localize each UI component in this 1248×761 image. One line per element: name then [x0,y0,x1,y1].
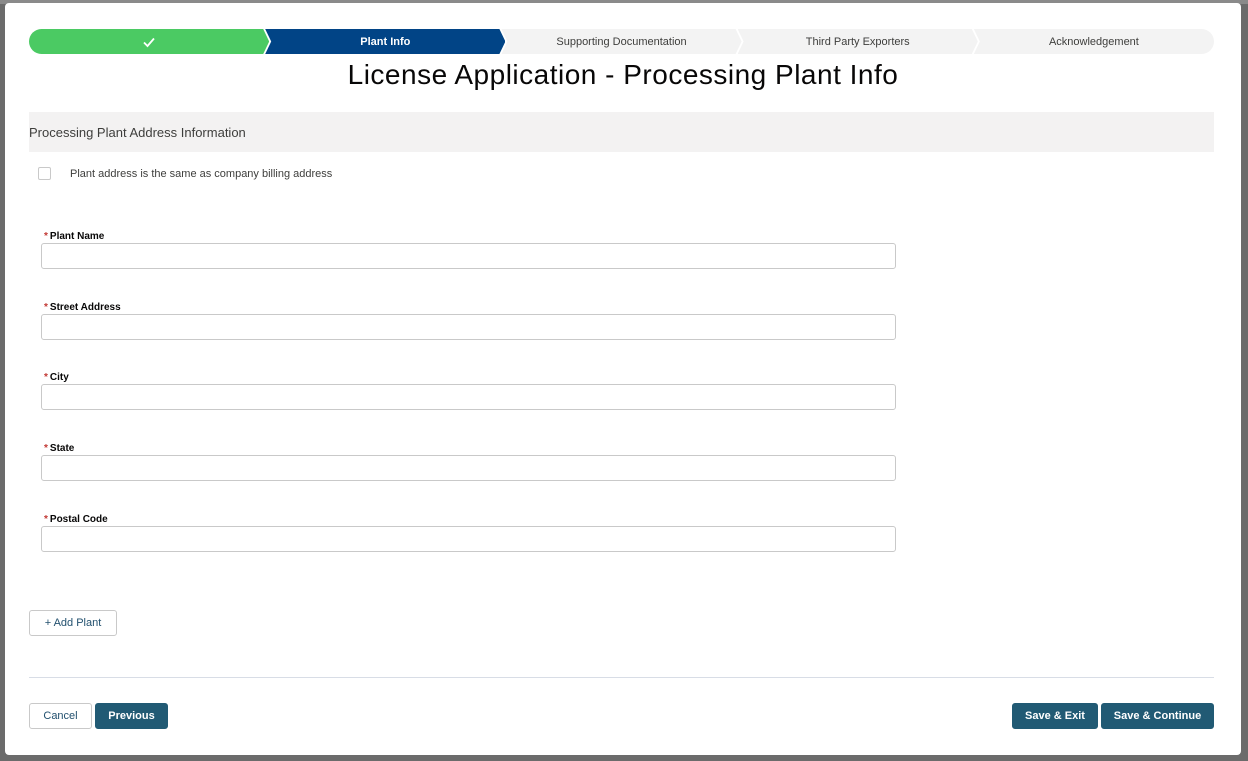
footer-divider [29,677,1214,678]
same-address-label: Plant address is the same as company bil… [70,167,333,180]
same-address-checkbox[interactable] [38,167,51,180]
street-address-label: Street Address [49,302,121,313]
progress-path: Plant Info Supporting Documentation Thir… [29,29,1215,54]
required-marker: * [44,302,48,313]
state-input[interactable] [41,455,896,481]
add-plant-button[interactable]: + Add Plant [29,610,117,636]
path-step-acknowledgement[interactable]: Acknowledgement [973,29,1215,54]
state-label: State [49,443,75,454]
save-exit-button[interactable]: Save & Exit [1012,703,1098,729]
required-marker: * [44,231,48,242]
path-step-label: Acknowledgement [1048,35,1139,48]
street-address-field: * Street Address [41,302,896,340]
page-title: License Application - Processing Plant I… [347,59,899,90]
license-application-modal: Plant Info Supporting Documentation Thir… [5,3,1241,755]
previous-button[interactable]: Previous [95,703,168,729]
check-icon [142,35,156,49]
section-header: Processing Plant Address Information [29,112,1214,152]
same-address-checkbox-row[interactable]: Plant address is the same as company bil… [38,167,332,180]
section-title: Processing Plant Address Information [29,124,246,140]
path-step-plant-info[interactable]: Plant Info [265,29,505,54]
required-marker: * [44,372,48,383]
city-label: City [49,372,69,383]
city-input[interactable] [41,384,896,410]
city-field: * City [41,372,896,410]
path-step-supporting-documentation[interactable]: Supporting Documentation [501,29,741,54]
postal-code-label: Postal Code [49,514,108,525]
path-step-label: Supporting Documentation [556,35,687,48]
state-field: * State [41,443,896,481]
postal-code-field: * Postal Code [41,514,896,552]
plant-name-input[interactable] [41,243,896,269]
path-step-label: Plant Info [360,35,411,48]
required-marker: * [44,514,48,525]
path-step-complete[interactable] [29,29,269,54]
plant-name-field: * Plant Name [41,231,896,269]
street-address-input[interactable] [41,314,896,340]
path-step-third-party-exporters[interactable]: Third Party Exporters [738,29,978,54]
save-continue-button[interactable]: Save & Continue [1101,703,1214,729]
path-step-label: Third Party Exporters [805,35,910,48]
cancel-button[interactable]: Cancel [29,703,92,729]
required-marker: * [44,443,48,454]
plant-name-label: Plant Name [49,231,105,242]
postal-code-input[interactable] [41,526,896,552]
